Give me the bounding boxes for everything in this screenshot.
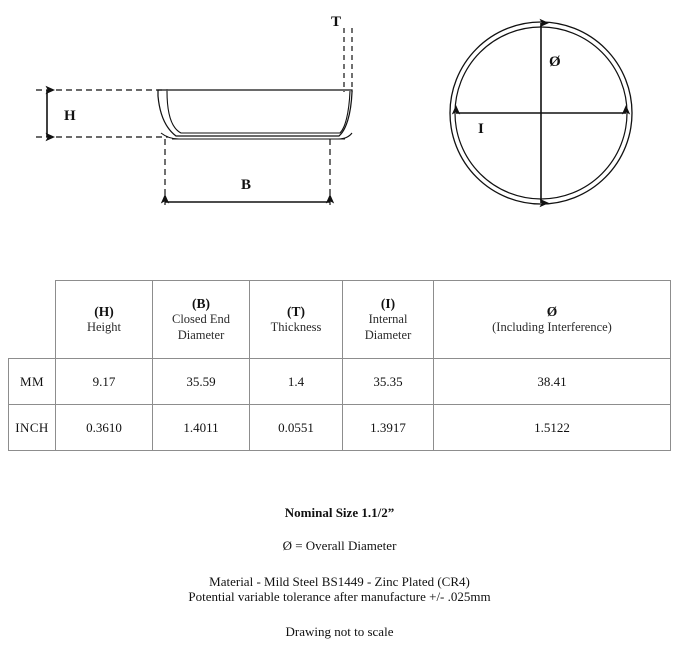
table-corner-blank <box>9 281 56 359</box>
column-desc-closed-end-diameter-line2: Diameter <box>177 327 225 342</box>
cell-mm-internal-diameter: 35.35 <box>342 358 434 405</box>
note-scale: Drawing not to scale <box>285 624 394 640</box>
note-diameter-key: Ø = Overall Diameter <box>282 538 397 554</box>
column-header-height: (H) Height <box>55 280 153 359</box>
notes-spacer-3 <box>0 604 679 624</box>
table-row: INCH 0.3610 1.4011 0.0551 1.3917 1.5122 <box>8 404 671 451</box>
notes-spacer-2 <box>0 554 679 574</box>
column-desc-thickness: Thickness <box>270 320 322 335</box>
table-header-row: (H) Height (B) Closed End Diameter (T) T… <box>9 280 671 359</box>
row-unit-label-mm: MM <box>8 358 56 405</box>
cell-mm-thickness: 1.4 <box>249 358 343 405</box>
side-view-group: H B T <box>36 14 353 208</box>
note-tolerance: Potential variable tolerance after manuf… <box>188 588 491 604</box>
column-code-height: (H) <box>94 303 114 319</box>
column-code-internal-diameter: (I) <box>380 296 396 312</box>
drawings-svg: H B T Ø I <box>36 14 633 208</box>
specification-table: (H) Height (B) Closed End Diameter (T) T… <box>8 280 671 451</box>
column-header-overall-diameter: Ø (Including Interference) <box>433 280 671 359</box>
column-desc-height: Height <box>86 320 122 335</box>
column-code-closed-end-diameter: (B) <box>192 296 210 312</box>
cell-inch-internal-diameter: 1.3917 <box>342 404 434 451</box>
cell-inch-height: 0.3610 <box>55 404 153 451</box>
note-nominal-size: Nominal Size 1.1/2” <box>284 505 395 520</box>
row-unit-label-inch: INCH <box>8 404 56 451</box>
cap-outer-profile <box>157 89 353 137</box>
dimension-label-overall-diameter: Ø <box>549 54 561 70</box>
column-desc-closed-end-diameter-line1: Closed End <box>172 312 230 327</box>
column-desc-internal-diameter-line2: Diameter <box>364 327 412 342</box>
column-desc-internal-diameter-line1: Internal <box>368 312 408 327</box>
cell-inch-thickness: 0.0551 <box>249 404 343 451</box>
column-header-thickness: (T) Thickness <box>249 280 343 359</box>
cell-inch-overall-diameter: 1.5122 <box>433 404 671 451</box>
column-code-thickness: (T) <box>287 303 305 319</box>
technical-drawings-area: H B T Ø I <box>0 0 679 240</box>
column-code-overall-diameter: Ø <box>546 303 558 319</box>
table-row: MM 9.17 35.59 1.4 35.35 38.41 <box>8 358 671 405</box>
dimension-label-breadth: B <box>241 177 251 193</box>
dimension-label-height: H <box>64 108 76 124</box>
cell-mm-closed-end-diameter: 35.59 <box>152 358 250 405</box>
cell-inch-closed-end-diameter: 1.4011 <box>152 404 250 451</box>
column-desc-overall-diameter: (Including Interference) <box>492 320 612 335</box>
cell-mm-overall-diameter: 38.41 <box>433 358 671 405</box>
note-material: Material - Mild Steel BS1449 - Zinc Plat… <box>209 573 470 589</box>
column-header-internal-diameter: (I) Internal Diameter <box>342 280 434 359</box>
drawing-notes: Nominal Size 1.1/2” Ø = Overall Diameter… <box>0 505 679 640</box>
column-header-closed-end-diameter: (B) Closed End Diameter <box>152 280 250 359</box>
dimension-label-thickness: T <box>331 14 341 30</box>
cell-mm-height: 9.17 <box>55 358 153 405</box>
plan-view-group: Ø I <box>449 18 633 208</box>
cap-inner-wall <box>166 90 351 134</box>
notes-spacer-1 <box>0 520 679 538</box>
dimension-label-internal-diameter: I <box>478 121 484 137</box>
